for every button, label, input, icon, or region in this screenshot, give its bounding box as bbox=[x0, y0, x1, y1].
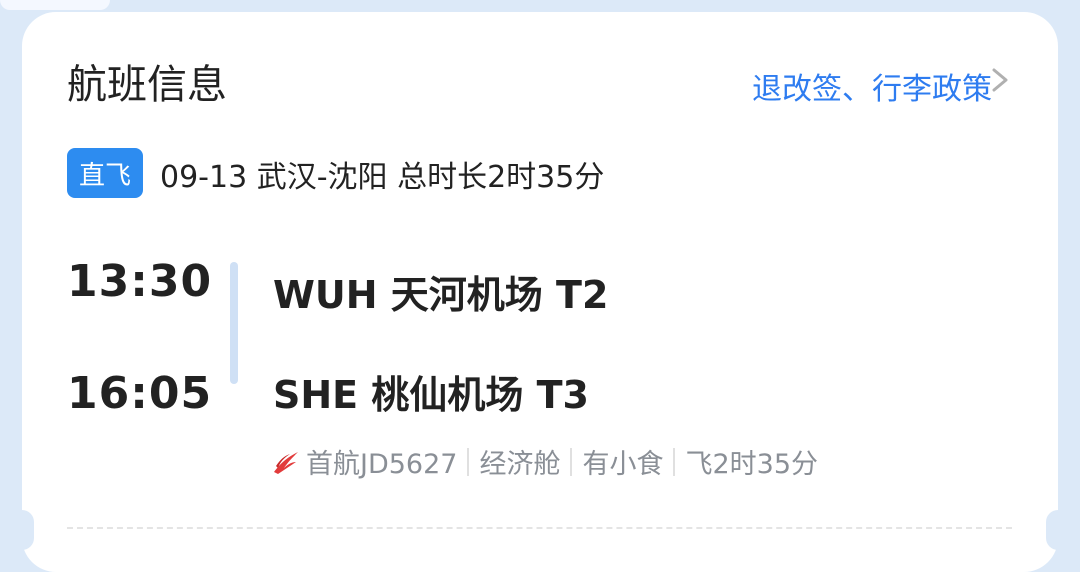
refund-baggage-policy-link[interactable]: 退改签、行李政策 bbox=[752, 64, 992, 108]
ticket-notch-left bbox=[10, 510, 34, 550]
airline-logo-icon bbox=[274, 451, 298, 474]
divider bbox=[570, 447, 573, 476]
chevron-right-icon[interactable] bbox=[986, 64, 1016, 96]
cabin-class: 经济舱 bbox=[479, 449, 561, 480]
airline-flight-number: 首航JD5627 bbox=[306, 449, 458, 480]
arrival-airport: SHE 桃仙机场 T3 bbox=[273, 373, 589, 417]
flight-summary: 09-13 武汉-沈阳 总时长2时35分 bbox=[160, 160, 605, 195]
flight-info-card: 航班信息 退改签、行李政策 直飞 09-13 武汉-沈阳 总时长2时35分 13… bbox=[22, 12, 1058, 572]
divider bbox=[467, 447, 470, 476]
departure-time: 13:30 bbox=[67, 256, 213, 307]
flight-details-row: 首航JD5627 经济舱 有小食 飞2时35分 bbox=[270, 442, 818, 481]
route-line bbox=[230, 262, 238, 384]
direct-flight-badge: 直飞 bbox=[67, 148, 143, 198]
dashed-divider bbox=[67, 527, 1012, 529]
flight-duration: 飞2时35分 bbox=[685, 449, 819, 480]
ticket-notch-right bbox=[1046, 510, 1070, 550]
arrival-time: 16:05 bbox=[67, 368, 213, 419]
departure-airport: WUH 天河机场 T2 bbox=[273, 273, 609, 317]
divider bbox=[673, 447, 676, 476]
meal-info: 有小食 bbox=[582, 449, 664, 480]
background-shape bbox=[0, 0, 110, 10]
card-title: 航班信息 bbox=[67, 62, 227, 108]
